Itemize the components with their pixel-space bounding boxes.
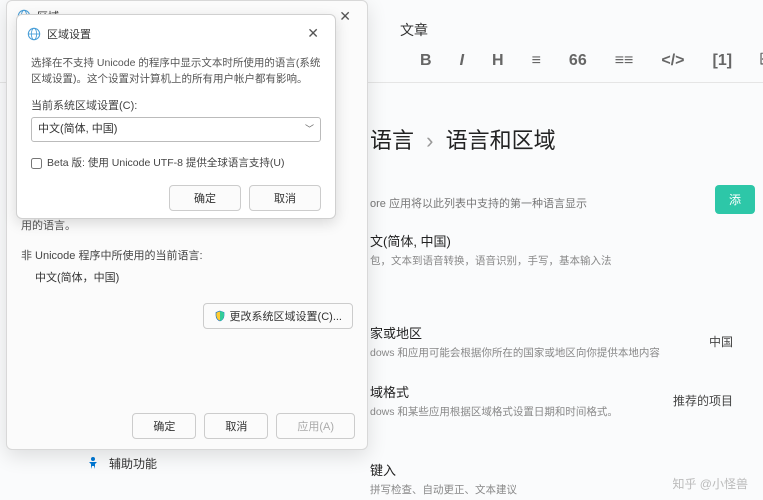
country-row[interactable]: 家或地区 dows 和应用可能会根据你所在的国家或地区向你提供本地内容 中国: [370, 323, 763, 360]
change-locale-button[interactable]: 更改系统区域设置(C)...: [203, 303, 353, 329]
language-item[interactable]: 文(简体, 中国) 包，文本到语音转换，语音识别，手写，基本输入法: [370, 231, 763, 268]
heading-button[interactable]: H: [492, 52, 504, 70]
chevron-down-icon: ﹀: [305, 123, 314, 137]
typing-title: 键入: [370, 460, 517, 479]
region-settings-titlebar: 区域设置 ✕: [17, 15, 335, 52]
cancel-button[interactable]: 取消: [204, 413, 268, 439]
locale-dropdown-value: 中文(简体, 中国): [38, 121, 117, 138]
breadcrumb-region: 语言和区域: [446, 128, 556, 153]
accessibility-icon: [85, 456, 101, 472]
current-locale-label: 当前系统区域设置(C):: [31, 98, 321, 115]
reference-button[interactable]: [1]: [713, 52, 733, 70]
country-value: 中国: [709, 333, 733, 350]
more-button[interactable]: ≡≡: [615, 52, 634, 70]
apply-button[interactable]: 应用(A): [276, 413, 355, 439]
lang-list-desc: ore 应用将以此列表中支持的第一种语言显示: [370, 195, 763, 211]
code-button[interactable]: </>: [661, 52, 684, 70]
region-settings-body: 选择在不支持 Unicode 的程序中显示文本时所使用的语言(系统区域设置)。这…: [17, 52, 335, 175]
typing-row[interactable]: 键入 拼写检查、自动更正、文本建议: [370, 460, 517, 497]
cancel-button[interactable]: 取消: [249, 185, 321, 211]
region-format-row[interactable]: 域格式 dows 和某些应用根据区域格式设置日期和时间格式。 推荐的项目: [370, 382, 763, 419]
region-settings-title: 区域设置: [47, 26, 301, 42]
close-icon[interactable]: ✕: [301, 23, 325, 44]
region-body: 用的语言。 非 Unicode 程序中所使用的当前语言: 中文(简体，中国) 更…: [7, 211, 367, 335]
italic-button[interactable]: I: [460, 52, 464, 70]
region-format-title: 域格式: [370, 382, 673, 401]
language-item-sub: 包，文本到语音转换，语音识别，手写，基本输入法: [370, 253, 763, 268]
ok-button[interactable]: 确定: [132, 413, 196, 439]
shield-icon: [214, 310, 226, 322]
bold-button[interactable]: B: [420, 52, 432, 70]
region-format-sub: dows 和某些应用根据区域格式设置日期和时间格式。: [370, 404, 673, 419]
country-title: 家或地区: [370, 323, 709, 342]
locale-dropdown[interactable]: 中文(简体, 中国) ﹀: [31, 117, 321, 142]
region-format-value: 推荐的项目: [673, 392, 733, 409]
sidebar-item-label: 辅助功能: [109, 455, 157, 472]
close-icon[interactable]: ✕: [333, 6, 357, 27]
change-locale-label: 更改系统区域设置(C)...: [230, 308, 342, 324]
language-item-title: 文(简体, 中国): [370, 231, 763, 250]
utf8-checkbox-label: Beta 版: 使用 Unicode UTF-8 提供全球语言支持(U): [47, 156, 284, 172]
region-settings-desc: 选择在不支持 Unicode 的程序中显示文本时所使用的语言(系统区域设置)。这…: [31, 56, 321, 88]
non-unicode-value: 中文(简体，中国): [35, 269, 353, 285]
utf8-checkbox[interactable]: [31, 158, 42, 169]
country-sub: dows 和应用可能会根据你所在的国家或地区向你提供本地内容: [370, 345, 709, 360]
typing-sub: 拼写检查、自动更正、文本建议: [370, 482, 517, 497]
utf8-checkbox-row[interactable]: Beta 版: 使用 Unicode UTF-8 提供全球语言支持(U): [31, 156, 321, 172]
breadcrumb-sep: ›: [426, 128, 433, 153]
globe-icon: [27, 27, 41, 41]
ok-button[interactable]: 确定: [169, 185, 241, 211]
region-settings-dialog: 区域设置 ✕ 选择在不支持 Unicode 的程序中显示文本时所使用的语言(系统…: [16, 14, 336, 219]
breadcrumb-lang[interactable]: 语言: [370, 128, 414, 153]
watermark: 知乎 @小怪兽: [672, 475, 748, 492]
add-language-button[interactable]: 添: [715, 185, 755, 214]
sidebar-item-accessibility[interactable]: 辅助功能: [85, 455, 157, 472]
non-unicode-label: 非 Unicode 程序中所使用的当前语言:: [21, 247, 353, 263]
list-button[interactable]: ≡: [532, 52, 541, 70]
region-settings-footer: 确定 取消: [17, 175, 335, 221]
quote-button[interactable]: 66: [569, 52, 587, 70]
header-tab: 文章: [400, 20, 428, 40]
breadcrumb: 语言 › 语言和区域: [370, 123, 763, 155]
region-footer: 确定 取消 应用(A): [132, 413, 355, 439]
